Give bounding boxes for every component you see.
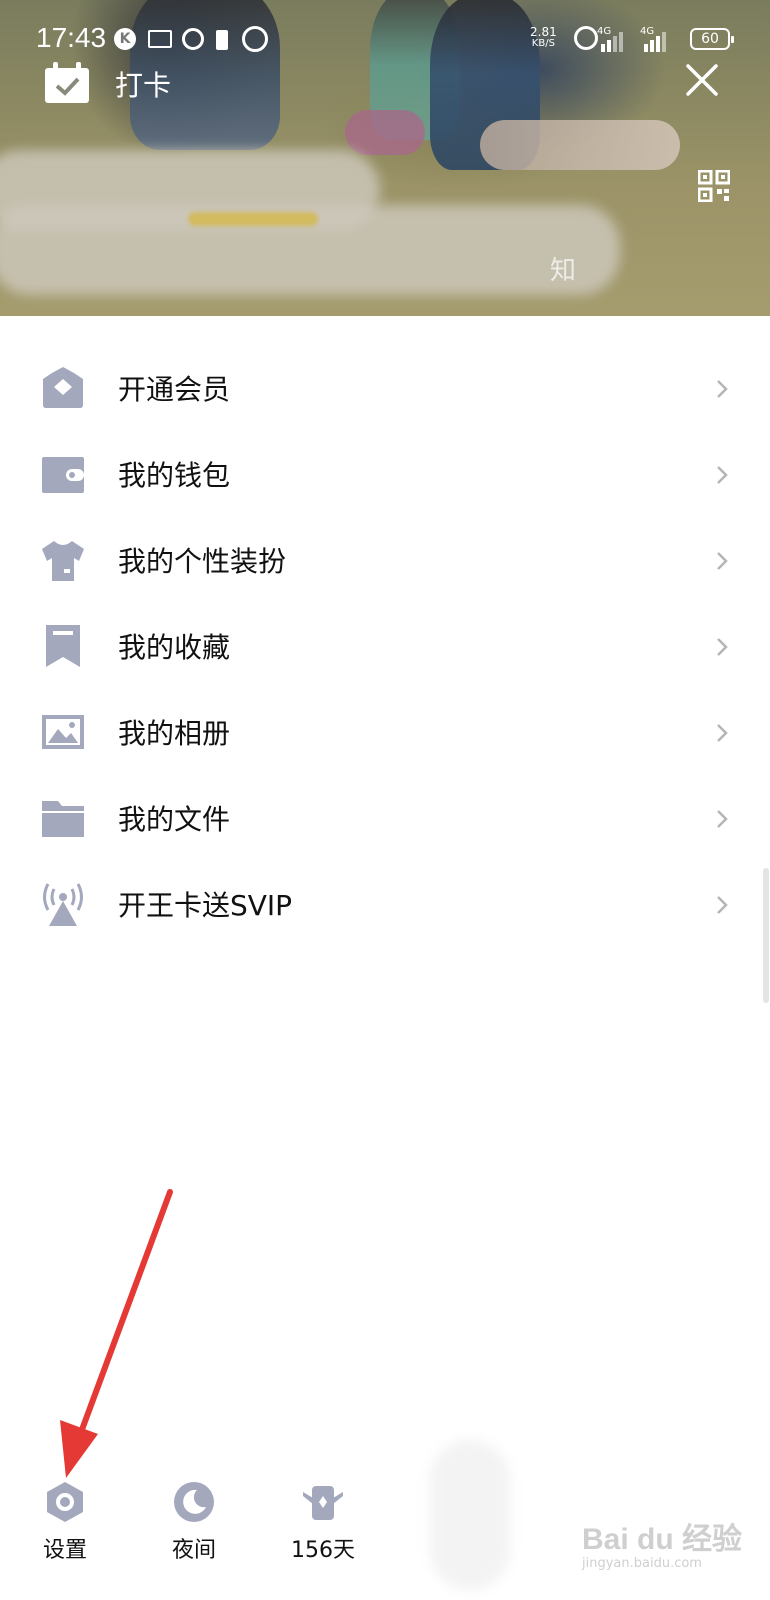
photo-icon [42, 715, 84, 749]
chevron-right-icon [717, 896, 728, 914]
drawer-menu: 开通会员 我的钱包 我的个性装扮 我的收藏 我的相册 我的文件 开王卡送SVIP [0, 345, 770, 947]
net-speed-value: 2.81 [530, 25, 557, 39]
alert-icon [216, 30, 228, 50]
menu-item-files[interactable]: 我的文件 [0, 775, 770, 861]
photo-figure [480, 120, 680, 170]
winged-badge-icon [303, 1486, 343, 1520]
header-blurred-text: 知 [550, 256, 577, 286]
days-label: 156天 [291, 1538, 355, 1563]
net-speed-unit: KB/S [531, 38, 555, 49]
status-time: 17:43 [36, 22, 107, 53]
profile-header-photo: 知 17:43 K 2.81 KB/S 4G 4G 60 打卡 [0, 0, 770, 316]
hotspot-icon [242, 26, 268, 52]
menu-item-vip[interactable]: 开通会员 [0, 345, 770, 431]
crown-icon [43, 367, 83, 408]
blurred-toolbar-item [430, 1440, 510, 1590]
menu-item-label: 我的收藏 [118, 631, 231, 664]
settings-button[interactable]: 设置 [20, 1480, 110, 1564]
chevron-right-icon [717, 380, 728, 398]
chevron-right-icon [717, 466, 728, 484]
status-bar: 17:43 K 2.81 KB/S 4G 4G 60 [0, 18, 770, 58]
night-mode-label: 夜间 [171, 1538, 216, 1563]
folder-icon [42, 801, 84, 837]
alarm-icon [574, 26, 598, 50]
menu-item-label: 开通会员 [118, 373, 231, 406]
chevron-right-icon [717, 724, 728, 742]
moon-icon [174, 1482, 214, 1522]
blurred-level-badges [188, 212, 318, 226]
signal-type: 4G [640, 26, 655, 37]
tshirt-icon [42, 541, 84, 581]
watermark-logo: Bai du 经验 [582, 1523, 743, 1556]
gear-icon [47, 1482, 83, 1522]
qr-code-icon[interactable] [698, 170, 730, 202]
close-icon[interactable] [684, 62, 720, 98]
menu-item-theme[interactable]: 我的个性装扮 [0, 517, 770, 603]
chevron-right-icon [717, 638, 728, 656]
net-speed: 2.81 KB/S [530, 26, 557, 50]
wallet-icon [42, 457, 84, 493]
battery-indicator: 60 [690, 28, 734, 50]
signal-icon: 4G [597, 26, 633, 52]
k-app-icon: K [114, 28, 136, 50]
menu-item-label: 我的文件 [118, 803, 231, 836]
menu-item-label: 我的钱包 [118, 459, 231, 492]
menu-item-label: 我的个性装扮 [118, 545, 287, 578]
chevron-right-icon [717, 810, 728, 828]
night-mode-button[interactable]: 夜间 [149, 1480, 239, 1564]
photo-figure [345, 110, 425, 155]
bookmark-icon [46, 625, 80, 667]
scrollbar[interactable] [763, 868, 769, 1003]
signal-type: 4G [597, 26, 612, 37]
signal-tower-icon [43, 883, 83, 926]
chevron-right-icon [717, 552, 728, 570]
settings-label: 设置 [42, 1538, 87, 1563]
checkin-label[interactable]: 打卡 [115, 64, 171, 104]
menu-item-label: 开王卡送SVIP [118, 889, 293, 922]
mail-icon [148, 30, 172, 48]
menu-item-favorites[interactable]: 我的收藏 [0, 603, 770, 689]
signal-icon: 4G [640, 26, 676, 52]
calendar-check-icon[interactable] [44, 62, 90, 104]
baidu-jingyan-watermark: Bai du 经验 jingyan.baidu.com [582, 1514, 742, 1584]
menu-item-king-card[interactable]: 开王卡送SVIP [0, 861, 770, 947]
menu-item-album[interactable]: 我的相册 [0, 689, 770, 775]
drop-app-icon [182, 28, 204, 50]
watermark-url: jingyan.baidu.com [582, 1556, 702, 1571]
days-badge-button[interactable]: 156天 [278, 1480, 368, 1564]
menu-item-wallet[interactable]: 我的钱包 [0, 431, 770, 517]
menu-item-label: 我的相册 [118, 717, 231, 750]
